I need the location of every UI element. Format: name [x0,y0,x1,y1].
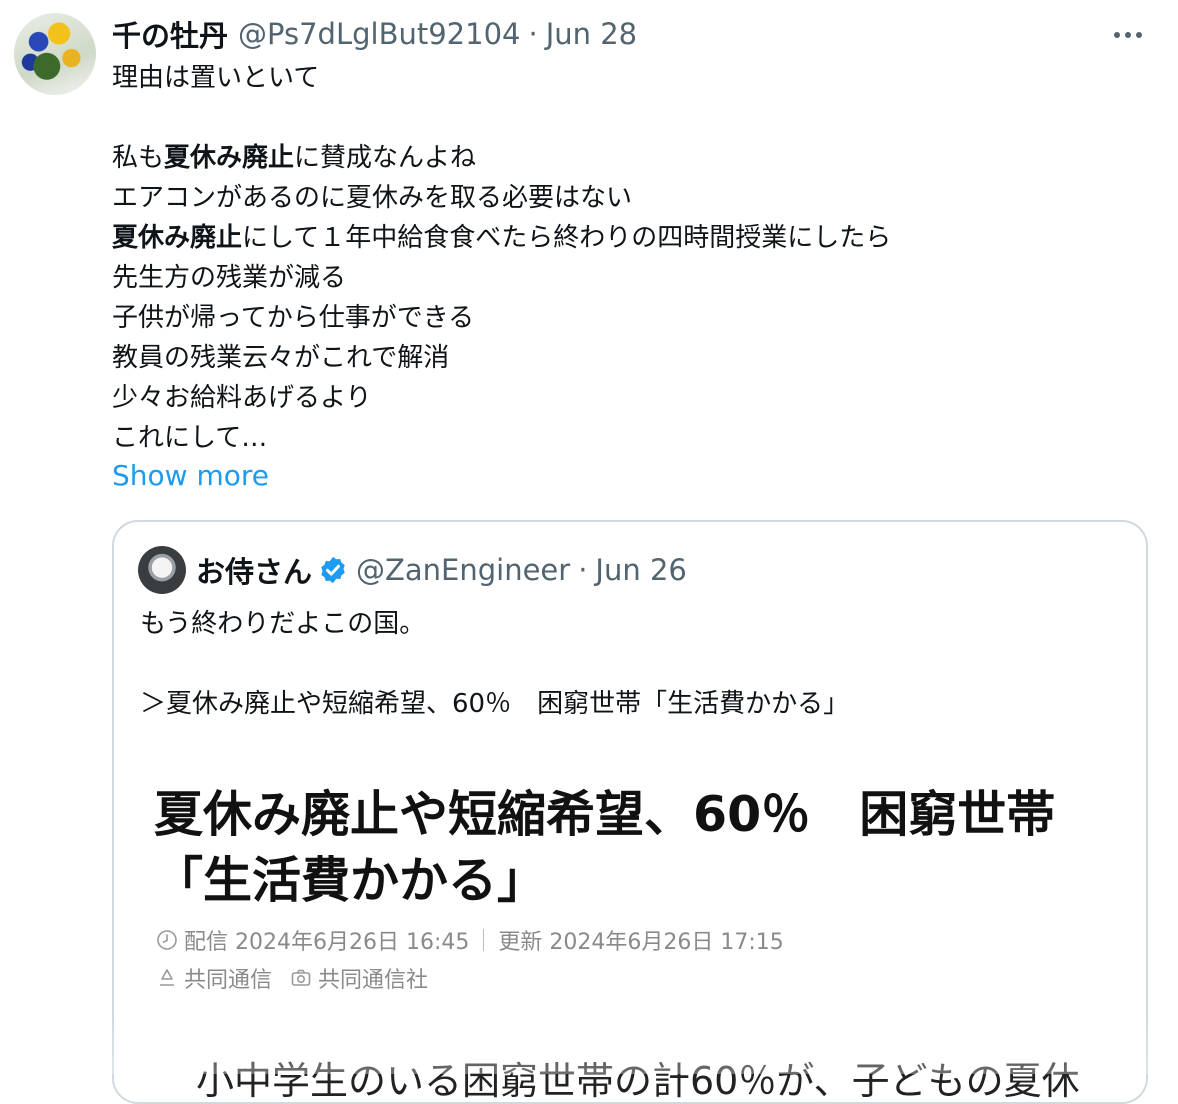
author-handle[interactable]: @Ps7dLglBut92104 [238,17,520,51]
article-headline-line: 「生活費かかる」 [154,852,547,909]
tweet-text-line: エアコンがあるのに夏休みを取る必要はない [112,183,633,213]
source-icon [156,967,178,989]
clock-icon [156,929,178,951]
meta-divider [483,929,485,951]
quoted-author-avatar[interactable] [138,546,186,594]
tweet-text-line: 理由は置いといて [112,63,320,93]
article-headline-line: 夏休み廃止や短縮希望、60％ 困窮世帯 [154,786,1056,843]
tweet-text: 理由は置いといて 私も夏休み廃止に賛成なんよね エアコンがあるのに夏休みを取る必… [112,58,1142,458]
quoted-header-separator: · [578,553,588,587]
article-published: 配信 2024年6月26日 16:45 [184,930,470,955]
article-updated: 更新 2024年6月26日 17:15 [498,930,784,955]
quoted-text-line: もう終わりだよこの国。 [140,609,426,639]
quoted-tweet-text: もう終わりだよこの国。 ＞夏休み廃止や短縮希望、60％ 困窮世帯「生活費かかる」 [140,604,849,724]
article-dates: 配信 2024年6月26日 16:45 更新 2024年6月26日 17:15 [156,924,784,956]
verified-badge-icon [318,555,348,585]
tweet-text-blank-line [112,98,1142,138]
tweet-text-line: 先生方の残業が減る [112,263,347,293]
tweet-text-line: 教員の残業云々がこれで解消 [112,343,450,373]
quoted-author-display-name[interactable]: お侍さん [196,549,312,591]
header-separator: · [528,17,538,51]
show-more-link[interactable]: Show more [112,456,269,496]
tweet-text-line: 夏休み廃止にして１年中給食食べたら終わりの四時間授業にしたら [112,223,892,253]
quoted-tweet-date[interactable]: Jun 26 [595,553,686,587]
article-credits: 共同通信 共同通信社 [156,962,428,994]
author-avatar[interactable] [14,13,96,95]
highlight-term: 夏休み廃止 [112,223,243,253]
camera-icon [290,967,312,989]
attached-article-image[interactable]: 夏休み廃止や短縮希望、60％ 困窮世帯 「生活費かかる」 配信 2024年6月2… [114,752,1146,1103]
more-horizontal-icon [1114,32,1120,38]
quoted-text-blank-line [140,644,849,684]
tweet-header: 千の牡丹 @Ps7dLglBut92104 · Jun 28 [112,14,637,54]
article-lead-text: 小中学生のいる困窮世帯の計60％が、子どもの夏休 [196,1059,1080,1103]
tweet-text-line: これにして… [112,423,268,453]
tweet-text-line: 子供が帰ってから仕事ができる [112,303,475,333]
more-options-button[interactable] [1106,18,1150,52]
article-photo-credit: 共同通信社 [318,968,429,993]
quoted-text-line: ＞夏休み廃止や短縮希望、60％ 困窮世帯「生活費かかる」 [140,689,850,719]
quoted-tweet-header: お侍さん @ZanEngineer · Jun 26 [196,550,687,590]
article-headline: 夏休み廃止や短縮希望、60％ 困窮世帯 「生活費かかる」 [154,782,1114,914]
highlight-term: 夏休み廃止 [164,143,295,173]
tweet-date[interactable]: Jun 28 [546,17,637,51]
quoted-tweet[interactable]: お侍さん @ZanEngineer · Jun 26 もう終わりだよこの国。 ＞… [112,520,1148,1104]
tweet-text-line: 私も夏休み廃止に賛成なんよね [112,143,477,173]
quoted-author-handle[interactable]: @ZanEngineer [356,553,570,587]
author-display-name[interactable]: 千の牡丹 [112,13,228,55]
tweet-text-line: 少々お給料あげるより [112,383,372,413]
tweet[interactable]: 千の牡丹 @Ps7dLglBut92104 · Jun 28 理由は置いといて … [0,0,1178,1104]
article-source: 共同通信 [184,968,273,993]
